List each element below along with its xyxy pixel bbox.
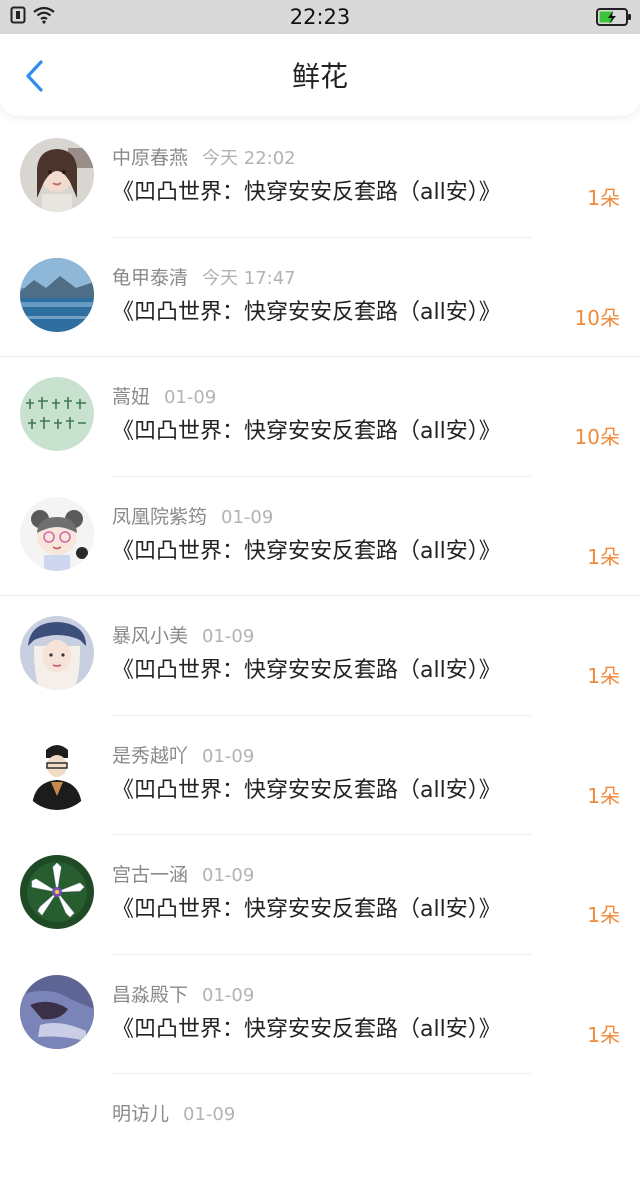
book-title[interactable]: 《凹凸世界：快穿安安反套路（all安）》 xyxy=(112,776,501,806)
item-meta: 昌淼殿下 01-09 xyxy=(112,981,254,1009)
flower-count: 1朵 xyxy=(587,1022,620,1047)
battery-icon xyxy=(596,7,632,31)
list-item[interactable]: 暴风小美 01-09 《凹凸世界：快穿安安反套路（all安）》 1朵 xyxy=(0,596,640,716)
avatar[interactable] xyxy=(20,257,94,332)
item-meta: 是秀越吖 01-09 xyxy=(112,742,254,770)
username[interactable]: 明访儿 xyxy=(112,1103,169,1125)
timestamp: 01-09 xyxy=(202,984,255,1006)
timestamp: 01-09 xyxy=(202,865,255,886)
flower-count: 1朵 xyxy=(587,544,620,569)
avatar[interactable] xyxy=(20,974,94,1049)
avatar[interactable] xyxy=(20,377,94,451)
list-item[interactable]: 明访儿 01-09 xyxy=(0,1074,640,1194)
item-meta: 凤凰院紫筠 01-09 xyxy=(112,503,273,531)
timestamp: 01-09 xyxy=(164,387,217,408)
timestamp: 今天 22:02 xyxy=(202,148,296,169)
flower-count: 10朵 xyxy=(574,425,620,449)
timestamp: 01-09 xyxy=(183,1104,236,1125)
flower-count: 1朵 xyxy=(587,186,620,210)
avatar[interactable] xyxy=(20,855,94,929)
username[interactable]: 昌淼殿下 xyxy=(112,984,188,1006)
item-meta: 明访儿 01-09 xyxy=(112,1100,235,1128)
book-title[interactable]: 《凹凸世界：快穿安安反套路（all安）》 xyxy=(112,298,501,328)
status-bar: 22:23 xyxy=(0,0,640,34)
book-title[interactable]: 《凹凸世界：快穿安安反套路（all安）》 xyxy=(112,178,501,208)
username[interactable]: 凤凰院紫筠 xyxy=(112,506,207,528)
book-title[interactable]: 《凹凸世界：快穿安安反套路（all安）》 xyxy=(112,895,501,925)
flower-list: 中原春燕 今天 22:02 《凹凸世界：快穿安安反套路（all安）》 1朵 龟甲泰… xyxy=(0,118,640,1194)
list-item[interactable]: 中原春燕 今天 22:02 《凹凸世界：快穿安安反套路（all安）》 1朵 xyxy=(0,118,640,238)
timestamp: 今天 17:47 xyxy=(202,267,296,289)
item-meta: 蒿妞 01-09 xyxy=(112,383,216,411)
nav-bar: 鲜花 xyxy=(0,34,640,116)
book-title[interactable]: 《凹凸世界：快穿安安反套路（all安）》 xyxy=(112,656,501,686)
page-title: 鲜花 xyxy=(291,60,348,93)
status-time: 22:23 xyxy=(289,5,351,29)
username[interactable]: 蒿妞 xyxy=(112,386,150,408)
timestamp: 01-09 xyxy=(202,626,255,647)
username[interactable]: 暴风小美 xyxy=(112,625,188,647)
item-meta: 龟甲泰清 今天 17:47 xyxy=(112,264,296,292)
username[interactable]: 龟甲泰清 xyxy=(112,267,188,289)
username[interactable]: 宫古一涵 xyxy=(112,864,188,886)
timestamp: 01-09 xyxy=(221,506,274,528)
avatar[interactable] xyxy=(20,496,94,571)
list-item[interactable]: 蒿妞 01-09 《凹凸世界：快穿安安反套路（all安）》 10朵 xyxy=(0,357,640,477)
flower-count: 1朵 xyxy=(587,783,620,808)
username[interactable]: 中原春燕 xyxy=(112,147,188,169)
item-meta: 暴风小美 01-09 xyxy=(112,622,254,650)
flower-count: 1朵 xyxy=(587,903,620,927)
book-title[interactable]: 《凹凸世界：快穿安安反套路（all安）》 xyxy=(112,1015,501,1045)
username[interactable]: 是秀越吖 xyxy=(112,745,188,767)
list-item[interactable]: 宫古一涵 01-09 《凹凸世界：快穿安安反套路（all安）》 1朵 xyxy=(0,835,640,955)
avatar[interactable] xyxy=(20,138,94,212)
list-item[interactable]: 昌淼殿下 01-09 《凹凸世界：快穿安安反套路（all安）》 1朵 xyxy=(0,955,640,1074)
avatar[interactable] xyxy=(20,616,94,690)
list-item[interactable]: 凤凰院紫筠 01-09 《凹凸世界：快穿安安反套路（all安）》 1朵 xyxy=(0,477,640,596)
flower-count: 1朵 xyxy=(587,664,620,688)
timestamp: 01-09 xyxy=(202,745,255,767)
item-meta: 宫古一涵 01-09 xyxy=(112,861,254,889)
flower-count: 10朵 xyxy=(574,305,620,330)
list-item[interactable]: 是秀越吖 01-09 《凹凸世界：快穿安安反套路（all安）》 1朵 xyxy=(0,716,640,835)
avatar[interactable] xyxy=(20,735,94,810)
book-title[interactable]: 《凹凸世界：快穿安安反套路（all安）》 xyxy=(112,537,501,567)
list-item[interactable]: 龟甲泰清 今天 17:47 《凹凸世界：快穿安安反套路（all安）》 10朵 xyxy=(0,238,640,357)
book-title[interactable]: 《凹凸世界：快穿安安反套路（all安）》 xyxy=(112,417,501,447)
item-meta: 中原春燕 今天 22:02 xyxy=(112,144,296,172)
